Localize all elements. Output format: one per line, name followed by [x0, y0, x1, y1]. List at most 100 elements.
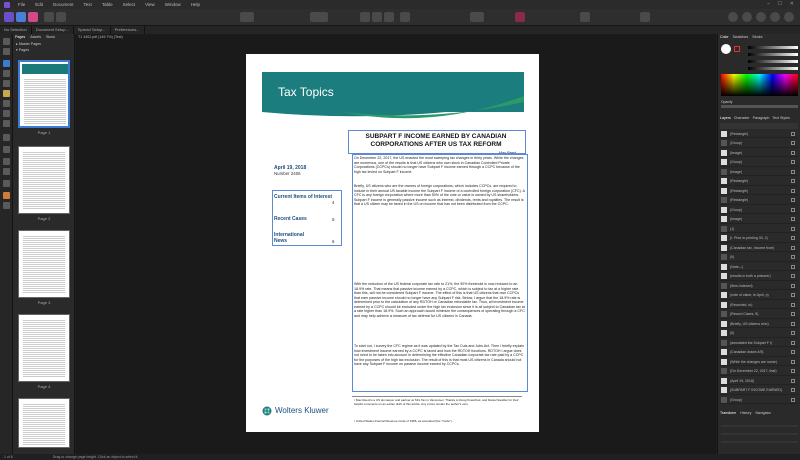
arrange-icon[interactable]: [400, 12, 410, 22]
insert-table-icon[interactable]: [580, 12, 590, 22]
move-tool-icon[interactable]: [3, 38, 10, 45]
layer-visibility-checkbox[interactable]: [791, 397, 795, 402]
tab-stroke[interactable]: Stroke: [752, 35, 762, 39]
layer-visibility-checkbox[interactable]: [791, 274, 795, 278]
menu-view[interactable]: View: [145, 2, 155, 7]
layer-visibility-checkbox[interactable]: [791, 321, 795, 326]
document-menu-icon[interactable]: [44, 12, 54, 22]
layer-row[interactable]: (April 19, 2018): [720, 377, 798, 385]
master-pages-toggle[interactable]: ▸ Master Pages: [16, 42, 41, 46]
tab-character[interactable]: Character: [734, 116, 750, 120]
layer-row[interactable]: (SUBPART F INCOME EARNED): [720, 387, 798, 395]
layer-row[interactable]: (While the changes are nume): [720, 358, 798, 366]
layer-row[interactable]: (II): [720, 330, 798, 338]
layer-row[interactable]: (Record Cases, 5): [720, 311, 798, 319]
table-tool-icon[interactable]: [3, 80, 10, 87]
menu-text[interactable]: Text: [84, 2, 92, 7]
tab-no-selection[interactable]: No Selection: [0, 26, 32, 34]
layer-row[interactable]: (Rectangle): [720, 197, 798, 205]
wrap-icon[interactable]: [470, 12, 484, 22]
picture-frame-tool-icon[interactable]: [3, 134, 10, 141]
pages-toggle[interactable]: ▾ Pages: [16, 48, 29, 52]
layer-row[interactable]: (results in both a prisoner): [720, 273, 798, 281]
place-image-tool-icon[interactable]: [3, 146, 10, 153]
layer-visibility-checkbox[interactable]: [791, 150, 795, 155]
align-left-icon[interactable]: [360, 12, 370, 22]
layer-row[interactable]: (note of value, le April, p): [720, 292, 798, 300]
page-indicator[interactable]: 1 of 6: [4, 455, 13, 459]
hand-tool-icon[interactable]: [3, 192, 10, 199]
menu-table[interactable]: Table: [102, 2, 113, 7]
pencil-tool-icon[interactable]: [3, 90, 10, 97]
zoom-icon[interactable]: [640, 12, 650, 22]
alpha-slider[interactable]: [748, 67, 798, 70]
layer-visibility-checkbox[interactable]: [791, 131, 795, 136]
layer-row[interactable]: (Recorded, to): [720, 301, 798, 309]
layer-visibility-checkbox[interactable]: [791, 226, 795, 231]
layer-visibility-checkbox[interactable]: [791, 293, 795, 297]
layer-visibility-checkbox[interactable]: [791, 378, 795, 383]
pen-tool-icon[interactable]: [3, 100, 10, 107]
footnote-1[interactable]: ¹ Max Reed is a US tax lawyer and partne…: [354, 398, 526, 406]
snapping-toggle-icon[interactable]: [742, 12, 752, 22]
layer-row[interactable]: (Image): [720, 149, 798, 157]
layer-row[interactable]: (Image): [720, 168, 798, 176]
fill-tool-icon[interactable]: [3, 158, 10, 165]
align-center-icon[interactable]: [372, 12, 382, 22]
layer-visibility-checkbox[interactable]: [791, 331, 795, 335]
fill-color-well[interactable]: [721, 44, 731, 54]
close-window-button[interactable]: ✕: [790, 1, 794, 7]
color-spectrum[interactable]: [721, 74, 798, 96]
tab-transform[interactable]: Transform: [720, 411, 736, 415]
opacity-slider[interactable]: [721, 105, 798, 108]
tab-pages[interactable]: Pages: [15, 35, 25, 39]
layer-row[interactable]: (Image): [720, 216, 798, 224]
menu-edit[interactable]: Edit: [35, 2, 43, 7]
maximize-button[interactable]: ☐: [778, 1, 782, 7]
layer-visibility-checkbox[interactable]: [791, 388, 795, 392]
layer-row[interactable]: (Canadian tax, Income from): [720, 244, 798, 252]
layer-row[interactable]: (II): [720, 254, 798, 262]
menu-document[interactable]: Document: [53, 2, 74, 7]
page-thumbnail-1[interactable]: [18, 60, 70, 128]
document-page[interactable]: Tax Topics SUBPART F INCOME EARNED BY CA…: [246, 54, 539, 432]
layer-row[interactable]: (Canadian draws 4/5): [720, 349, 798, 357]
layer-visibility-checkbox[interactable]: [791, 141, 795, 145]
layer-row[interactable]: (Note—): [720, 263, 798, 271]
stroke-color-well[interactable]: [734, 46, 740, 52]
layer-visibility-checkbox[interactable]: [791, 169, 795, 174]
align-right-icon[interactable]: [384, 12, 394, 22]
layer-visibility-checkbox[interactable]: [791, 179, 795, 183]
tab-paragraph[interactable]: Paragraph: [753, 116, 770, 120]
designer-persona-icon[interactable]: [4, 12, 14, 22]
layer-row[interactable]: (Group): [720, 140, 798, 148]
layer-visibility-checkbox[interactable]: [791, 340, 795, 345]
ellipse-tool-icon[interactable]: [3, 120, 10, 127]
layer-visibility-checkbox[interactable]: [791, 302, 795, 307]
preflight-icon[interactable]: [240, 12, 254, 22]
page-thumbnail-5[interactable]: [18, 398, 70, 448]
layer-visibility-checkbox[interactable]: [791, 160, 795, 164]
frame-text-tool-icon[interactable]: [3, 60, 10, 67]
tab-navigator[interactable]: Navigator: [755, 411, 770, 415]
layer-row[interactable]: (Group): [720, 159, 798, 167]
layer-row[interactable]: (Item-indexed): [720, 282, 798, 290]
layer-visibility-checkbox[interactable]: [791, 369, 795, 373]
layer-visibility-checkbox[interactable]: [791, 264, 795, 269]
menu-select[interactable]: Select: [123, 2, 136, 7]
hue-slider[interactable]: [748, 46, 798, 49]
snapping-icon[interactable]: [310, 12, 328, 22]
layer-visibility-checkbox[interactable]: [791, 188, 795, 193]
layer-row[interactable]: (Group): [720, 206, 798, 214]
tab-document-setup[interactable]: Document Setup...: [32, 26, 74, 34]
saturation-slider[interactable]: [748, 53, 798, 56]
tab-stock[interactable]: Stock: [46, 35, 55, 39]
menu-window[interactable]: Window: [165, 2, 181, 7]
layer-visibility-checkbox[interactable]: [791, 255, 795, 259]
footnote-2[interactable]: ² United States Internal Revenue Code of…: [354, 419, 526, 424]
view-icon[interactable]: [756, 12, 766, 22]
color-picker-tool-icon[interactable]: [3, 180, 10, 187]
page-thumbnail-2[interactable]: [18, 146, 70, 214]
photo-persona-icon[interactable]: [16, 12, 26, 22]
menu-help[interactable]: Help: [191, 2, 200, 7]
